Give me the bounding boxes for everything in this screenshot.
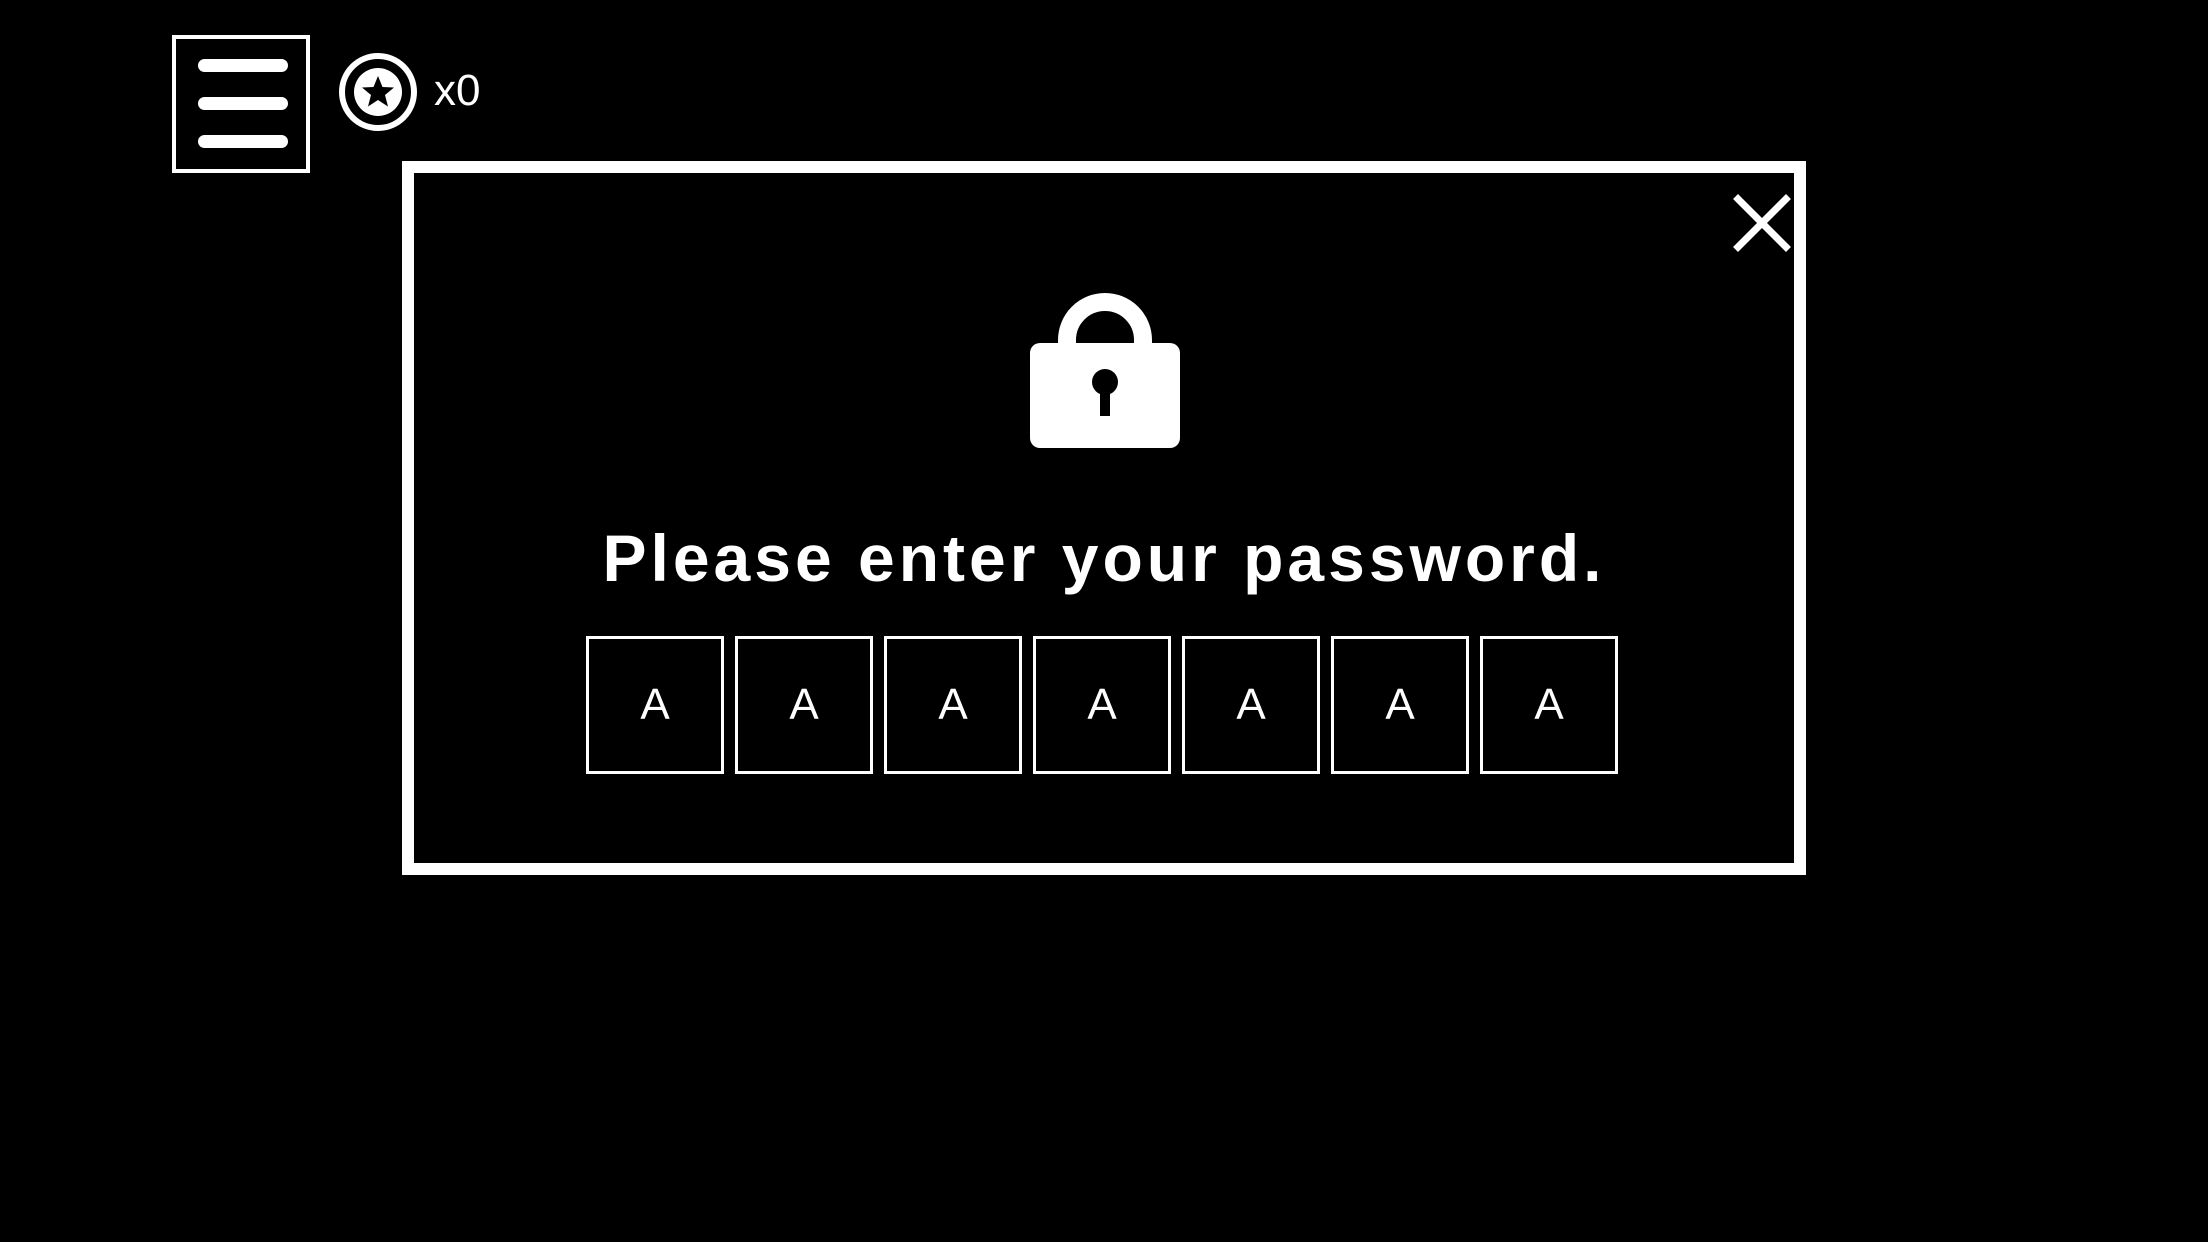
password-slot-7[interactable]: A [1480, 636, 1618, 774]
password-prompt: Please enter your password. [602, 521, 1606, 595]
hamburger-menu-icon-bar-top [198, 59, 288, 72]
password-slots: A A A A A A A [586, 636, 1618, 774]
password-slot-5[interactable]: A [1182, 636, 1320, 774]
close-icon[interactable] [1730, 191, 1794, 255]
coin-count: x0 [434, 66, 481, 115]
hamburger-menu-icon-bar-middle [198, 97, 288, 110]
game-screen: x0 Please enter your password. A A A A A… [0, 0, 2208, 1242]
star-coin-icon [339, 53, 417, 131]
password-slot-3[interactable]: A [884, 636, 1022, 774]
menu-button[interactable] [172, 35, 310, 173]
hamburger-menu-icon-bar-bottom [198, 135, 288, 148]
password-dialog: Please enter your password. A A A A A A … [402, 161, 1806, 875]
password-slot-6[interactable]: A [1331, 636, 1469, 774]
password-slot-4[interactable]: A [1033, 636, 1171, 774]
password-slot-2[interactable]: A [735, 636, 873, 774]
password-slot-1[interactable]: A [586, 636, 724, 774]
padlock-icon [1030, 293, 1180, 448]
